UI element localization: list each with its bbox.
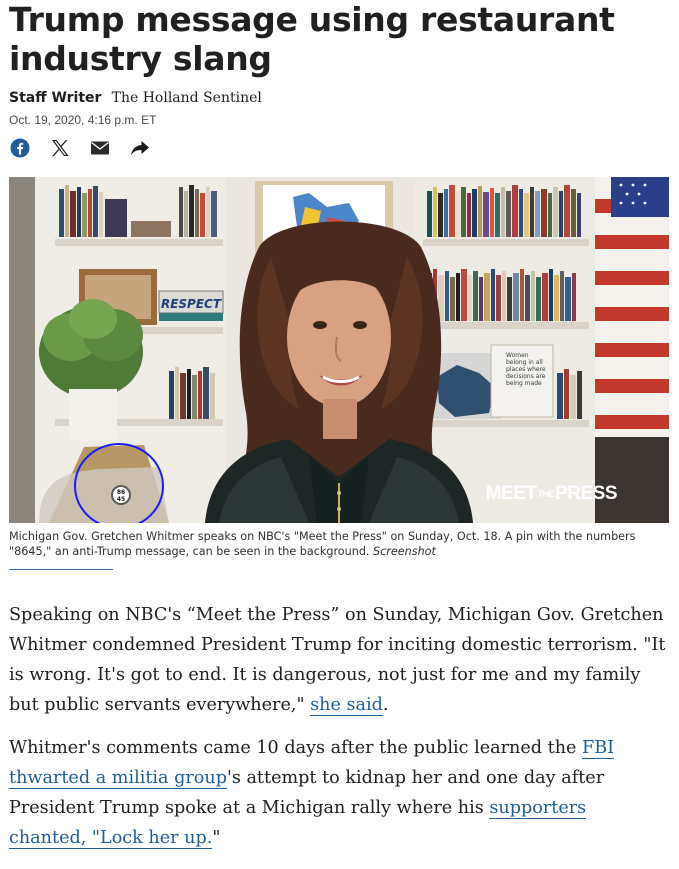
author-name[interactable]: Staff Writer [9, 90, 101, 106]
p2-text-a: Whitmer's comments came 10 days after th… [9, 738, 583, 758]
caption-divider [9, 569, 113, 570]
paragraph-1: Speaking on NBC's “Meet the Press” on Su… [9, 600, 669, 720]
pin-text-bottom: 45 [117, 496, 125, 503]
headline: Trump message using restaurant industry … [9, 0, 615, 78]
mail-icon [91, 141, 109, 155]
photo-caption: Michigan Gov. Gretchen Whitmer speaks on… [9, 529, 664, 559]
watermark-right: PRESS [555, 483, 617, 504]
facebook-icon [10, 138, 30, 158]
whitmer-interview-image: RESPECT 86 45 Women belong in all places… [9, 177, 669, 523]
nbc-watermark: MEETTHEPRESS [485, 483, 618, 505]
p2-text-c: " [212, 828, 221, 848]
x-share-button[interactable] [49, 137, 71, 159]
article-page: Trump message using restaurant industry … [0, 0, 679, 869]
pin-text-top: 86 [117, 489, 125, 496]
facebook-share-button[interactable] [9, 137, 31, 159]
share-arrow-icon [131, 141, 149, 155]
outlet-name: The Holland Sentinel [111, 90, 262, 106]
article-body: Speaking on NBC's “Meet the Press” on Su… [9, 600, 669, 866]
lead-photo: RESPECT 86 45 Women belong in all places… [9, 177, 669, 523]
plate-text: RESPECT [161, 297, 222, 311]
p1-text-b: . [382, 695, 389, 715]
email-share-button[interactable] [89, 137, 111, 159]
caption-credit: Screenshot [373, 545, 436, 558]
share-button[interactable] [129, 137, 151, 159]
share-bar [9, 137, 169, 159]
caption-text: Michigan Gov. Gretchen Whitmer speaks on… [9, 530, 636, 558]
paragraph-2: Whitmer's comments came 10 days after th… [9, 733, 669, 853]
publish-date: Oct. 19, 2020, 4:16 p.m. ET [9, 113, 157, 127]
watermark-mid: THE [537, 488, 555, 499]
x-icon [52, 140, 69, 156]
she-said-link[interactable]: she said [310, 695, 383, 716]
watermark-left: MEET [485, 483, 537, 504]
byline: Staff Writer The Holland Sentinel [9, 89, 262, 106]
